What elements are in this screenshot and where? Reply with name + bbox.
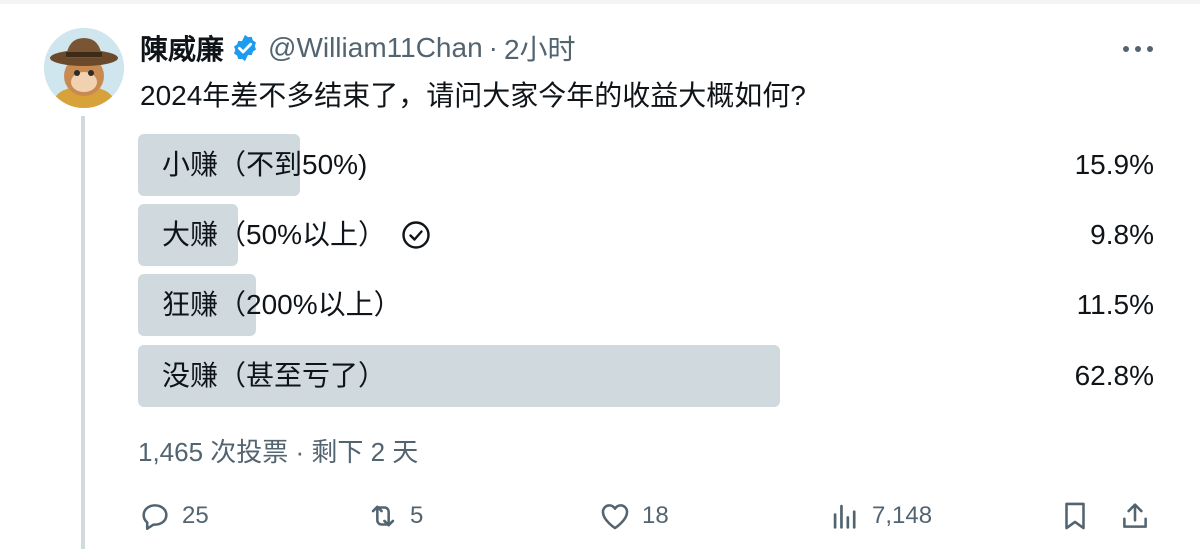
check-circle-icon [402,221,430,249]
reply-icon [142,504,168,531]
poll-option-label: 没赚（甚至亏了） [162,360,387,391]
poll-meta: 1,465 次投票 · 剩下 2 天 [138,437,419,467]
avatar-image [44,28,124,108]
poll-option-percent: 62.8% [1074,360,1154,391]
views-button[interactable]: 7,148 [828,494,932,538]
like-count: 18 [642,502,669,529]
avatar[interactable] [44,28,124,108]
post-time[interactable]: 2小时 [504,28,576,68]
separator-dot: · [488,32,498,63]
poll-option[interactable]: 小赚（不到50%) 15.9% [138,134,1160,196]
action-bar: 25 5 18 7,148 [138,494,1160,538]
verified-badge-icon [234,34,257,62]
poll-option[interactable]: 没赚（甚至亏了） 62.8% [138,345,1160,407]
views-icon [833,504,856,529]
reply-button[interactable]: 25 [138,494,209,538]
poll-option[interactable]: 狂赚（200%以上） 11.5% [138,274,1160,336]
poll-option-percent: 9.8% [1090,219,1154,250]
repost-icon [371,505,395,527]
more-icon[interactable] [1118,34,1158,64]
reply-count: 25 [182,502,209,529]
repost-count: 5 [410,502,424,529]
author-name[interactable]: 陳威廉 [140,28,224,68]
like-icon [601,504,629,530]
bookmark-button[interactable] [1058,494,1102,538]
bookmark-icon [1065,502,1085,530]
repost-button[interactable]: 5 [366,494,423,538]
poll-option-label: 狂赚（200%以上） [162,289,402,320]
poll-option[interactable]: 大赚（50%以上） 9.8% [138,204,1160,266]
views-count: 7,148 [872,502,933,529]
poll-option-percent: 11.5% [1076,289,1154,320]
post-header: 陳威廉 @William11Chan · 2小时 [140,26,576,70]
share-button[interactable] [1118,494,1162,538]
poll-option-label: 大赚（50%以上） [162,219,387,250]
author-handle[interactable]: @William11Chan [268,32,483,64]
share-icon [1123,503,1147,528]
poll-option-label: 小赚（不到50%) [162,149,368,180]
thread-line [81,116,85,549]
post-text: 2024年差不多结束了，请问大家今年的收益大概如何? [140,80,806,111]
poll-option-percent: 15.9% [1074,149,1154,180]
like-button[interactable]: 18 [598,494,669,538]
top-divider [0,0,1200,4]
